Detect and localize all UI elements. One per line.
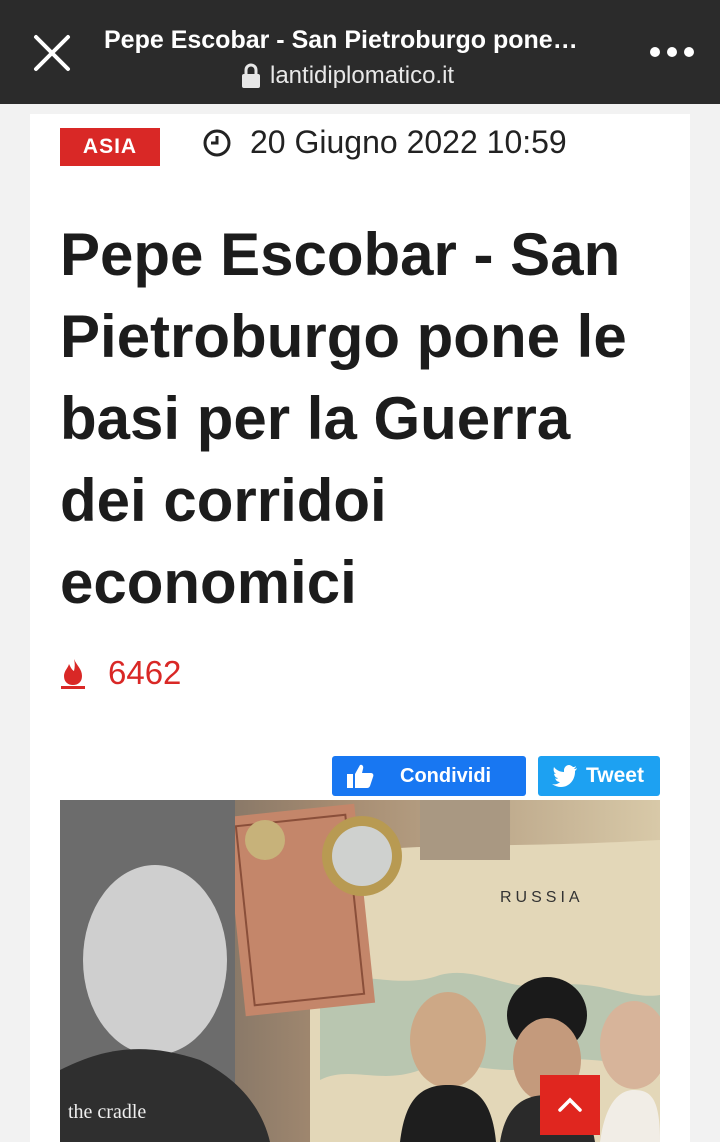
lock-icon xyxy=(242,63,260,88)
page-title: Pepe Escobar - San Pietroburgo pone… xyxy=(104,26,578,54)
facebook-share-button[interactable]: Condividi xyxy=(332,756,526,796)
twitter-bird-icon xyxy=(552,765,577,787)
map-label: RUSSIA xyxy=(500,889,584,906)
flame-icon xyxy=(61,659,85,689)
image-watermark: the cradle xyxy=(68,1101,146,1123)
clock-icon xyxy=(203,129,231,156)
overflow-menu-button[interactable] xyxy=(646,30,698,74)
close-icon xyxy=(34,35,70,71)
publish-date: 20 Giugno 2022 10:59 xyxy=(202,124,567,161)
twitter-share-label: Tweet xyxy=(586,764,644,787)
scroll-to-top-button[interactable] xyxy=(540,1075,600,1135)
url-text: lantidiplomatico.it xyxy=(270,62,455,89)
twitter-share-button[interactable]: Tweet xyxy=(538,756,660,796)
thumbs-up-icon xyxy=(347,764,374,788)
url-bar[interactable]: lantidiplomatico.it xyxy=(240,62,454,90)
view-count: 6462 xyxy=(60,654,181,692)
more-dots-icon xyxy=(650,47,694,57)
article-headline: Pepe Escobar - San Pietroburgo pone le b… xyxy=(60,221,627,616)
date-text: 20 Giugno 2022 10:59 xyxy=(250,124,567,160)
category-badge[interactable]: ASIA xyxy=(60,128,160,166)
facebook-share-label: Condividi xyxy=(400,764,492,787)
browser-toolbar: Pepe Escobar - San Pietroburgo pone… lan… xyxy=(0,0,720,104)
views-count-text: 6462 xyxy=(108,654,182,691)
close-button[interactable] xyxy=(22,28,82,78)
article-card: ASIA 20 Giugno 2022 10:59 Pepe Escobar -… xyxy=(30,114,690,1142)
chevron-up-icon xyxy=(558,1097,582,1112)
